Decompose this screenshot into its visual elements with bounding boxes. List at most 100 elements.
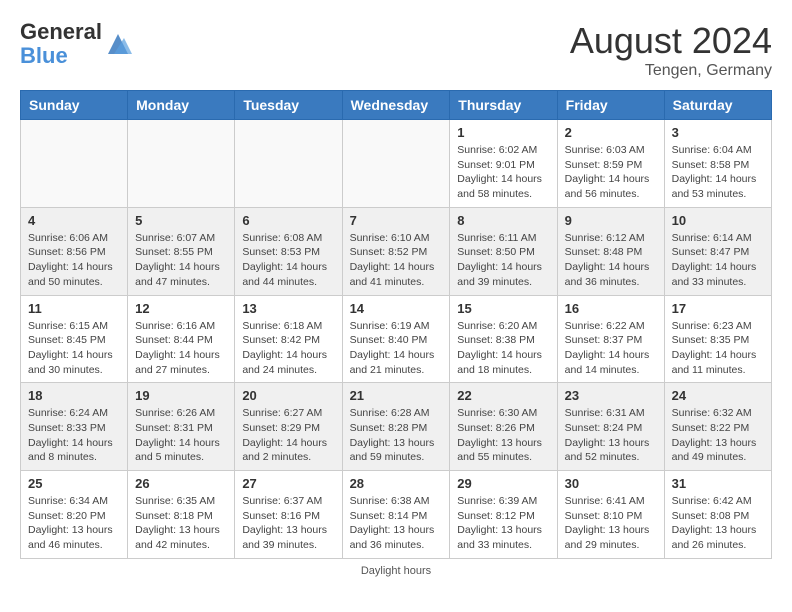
day-number: 20 [242, 388, 334, 403]
logo-general: General [20, 20, 102, 44]
day-info: Sunrise: 6:39 AM Sunset: 8:12 PM Dayligh… [457, 494, 549, 553]
day-info: Sunrise: 6:18 AM Sunset: 8:42 PM Dayligh… [242, 319, 334, 378]
calendar-cell: 9Sunrise: 6:12 AM Sunset: 8:48 PM Daylig… [557, 207, 664, 295]
calendar-cell: 30 Sunrise: 6:41 AM Sunset: 8:10 PM Dayli… [557, 471, 664, 559]
day-info: Sunrise: 6:03 AM Sunset: 8:59 PM Dayligh… [565, 143, 657, 202]
day-info: Sunrise: 6:14 AM Sunset: 8:47 PM Dayligh… [672, 231, 764, 290]
calendar-cell: 2 Sunrise: 6:03 AM Sunset: 8:59 PM Daylig… [557, 120, 664, 208]
calendar-cell: 21 Sunrise: 6:28 AM Sunset: 8:28 PM Dayli… [342, 383, 450, 471]
day-number: 25 [28, 476, 120, 491]
day-number: 6 [242, 213, 334, 228]
day-info: Sunrise: 6:02 AM Sunset: 9:01 PM Dayligh… [457, 143, 549, 202]
day-number: 8 [457, 213, 549, 228]
calendar-cell [128, 120, 235, 208]
day-info: Sunrise: 6:26 AM Sunset: 8:31 PM Dayligh… [135, 406, 227, 465]
day-number: 15 [457, 301, 549, 316]
day-info: Sunrise: 6:06 AM Sunset: 8:56 PM Dayligh… [28, 231, 120, 290]
day-number: 2 [565, 125, 657, 140]
day-info: Sunrise: 6:22 AM Sunset: 8:37 PM Dayligh… [565, 319, 657, 378]
calendar-cell [342, 120, 450, 208]
day-number: 30 [565, 476, 657, 491]
day-info: Sunrise: 6:15 AM Sunset: 8:45 PM Dayligh… [28, 319, 120, 378]
day-number: 17 [672, 301, 764, 316]
day-info: Sunrise: 6:11 AM Sunset: 8:50 PM Dayligh… [457, 231, 549, 290]
day-number: 27 [242, 476, 334, 491]
day-number: 12 [135, 301, 227, 316]
calendar-cell: 6 Sunrise: 6:08 AM Sunset: 8:53 PM Daylig… [235, 207, 342, 295]
calendar-cell: 26Sunrise: 6:35 AM Sunset: 8:18 PM Dayli… [128, 471, 235, 559]
col-header-monday: Monday [128, 91, 235, 120]
day-info: Sunrise: 6:16 AM Sunset: 8:44 PM Dayligh… [135, 319, 227, 378]
day-info: Sunrise: 6:38 AM Sunset: 8:14 PM Dayligh… [350, 494, 443, 553]
calendar-cell: 22 Sunrise: 6:30 AM Sunset: 8:26 PM Dayli… [450, 383, 557, 471]
day-info: Sunrise: 6:42 AM Sunset: 8:08 PM Dayligh… [672, 494, 764, 553]
col-header-thursday: Thursday [450, 91, 557, 120]
day-number: 22 [457, 388, 549, 403]
day-info: Sunrise: 6:10 AM Sunset: 8:52 PM Dayligh… [350, 231, 443, 290]
day-info: Sunrise: 6:28 AM Sunset: 8:28 PM Dayligh… [350, 406, 443, 465]
location: Tengen, Germany [570, 62, 772, 80]
day-number: 23 [565, 388, 657, 403]
day-number: 4 [28, 213, 120, 228]
day-number: 11 [28, 301, 120, 316]
day-info: Sunrise: 6:23 AM Sunset: 8:35 PM Dayligh… [672, 319, 764, 378]
col-header-wednesday: Wednesday [342, 91, 450, 120]
day-number: 31 [672, 476, 764, 491]
calendar-cell: 29Sunrise: 6:39 AM Sunset: 8:12 PM Dayli… [450, 471, 557, 559]
calendar-cell: 20 Sunrise: 6:27 AM Sunset: 8:29 PM Dayli… [235, 383, 342, 471]
logo-blue: Blue [20, 44, 102, 68]
calendar-cell: 1 Sunrise: 6:02 AM Sunset: 9:01 PM Daylig… [450, 120, 557, 208]
calendar-cell: 10 Sunrise: 6:14 AM Sunset: 8:47 PM Dayli… [664, 207, 771, 295]
day-info: Sunrise: 6:32 AM Sunset: 8:22 PM Dayligh… [672, 406, 764, 465]
day-number: 1 [457, 125, 549, 140]
week-row-2: 4 Sunrise: 6:06 AM Sunset: 8:56 PM Daylig… [21, 207, 772, 295]
day-info: Sunrise: 6:07 AM Sunset: 8:55 PM Dayligh… [135, 231, 227, 290]
day-info: Sunrise: 6:24 AM Sunset: 8:33 PM Dayligh… [28, 406, 120, 465]
calendar-cell: 11 Sunrise: 6:15 AM Sunset: 8:45 PM Dayli… [21, 295, 128, 383]
calendar-cell: 14 Sunrise: 6:19 AM Sunset: 8:40 PM Dayli… [342, 295, 450, 383]
day-info: Sunrise: 6:19 AM Sunset: 8:40 PM Dayligh… [350, 319, 443, 378]
calendar-cell: 28 Sunrise: 6:38 AM Sunset: 8:14 PM Dayli… [342, 471, 450, 559]
day-number: 21 [350, 388, 443, 403]
day-info: Sunrise: 6:31 AM Sunset: 8:24 PM Dayligh… [565, 406, 657, 465]
day-number: 10 [672, 213, 764, 228]
calendar-cell: 7 Sunrise: 6:10 AM Sunset: 8:52 PM Daylig… [342, 207, 450, 295]
footer-note: Daylight hours [20, 565, 772, 577]
calendar-cell: 8 Sunrise: 6:11 AM Sunset: 8:50 PM Daylig… [450, 207, 557, 295]
day-info: Sunrise: 6:37 AM Sunset: 8:16 PM Dayligh… [242, 494, 334, 553]
day-number: 13 [242, 301, 334, 316]
day-number: 7 [350, 213, 443, 228]
day-info: Sunrise: 6:27 AM Sunset: 8:29 PM Dayligh… [242, 406, 334, 465]
calendar-cell: 17 Sunrise: 6:23 AM Sunset: 8:35 PM Dayli… [664, 295, 771, 383]
calendar-cell [21, 120, 128, 208]
week-row-1: 1 Sunrise: 6:02 AM Sunset: 9:01 PM Daylig… [21, 120, 772, 208]
day-number: 28 [350, 476, 443, 491]
day-info: Sunrise: 6:30 AM Sunset: 8:26 PM Dayligh… [457, 406, 549, 465]
header-row: SundayMondayTuesdayWednesdayThursdayFrid… [21, 91, 772, 120]
day-info: Sunrise: 6:04 AM Sunset: 8:58 PM Dayligh… [672, 143, 764, 202]
calendar-table: SundayMondayTuesdayWednesdayThursdayFrid… [20, 90, 772, 559]
title-block: August 2024 Tengen, Germany [570, 20, 772, 80]
week-row-5: 25Sunrise: 6:34 AM Sunset: 8:20 PM Dayli… [21, 471, 772, 559]
day-number: 16 [565, 301, 657, 316]
day-info: Sunrise: 6:12 AM Sunset: 8:48 PM Dayligh… [565, 231, 657, 290]
calendar-cell [235, 120, 342, 208]
month-year: August 2024 [570, 20, 772, 62]
day-info: Sunrise: 6:35 AM Sunset: 8:18 PM Dayligh… [135, 494, 227, 553]
calendar-cell: 15Sunrise: 6:20 AM Sunset: 8:38 PM Dayli… [450, 295, 557, 383]
day-info: Sunrise: 6:08 AM Sunset: 8:53 PM Dayligh… [242, 231, 334, 290]
col-header-tuesday: Tuesday [235, 91, 342, 120]
week-row-4: 18 Sunrise: 6:24 AM Sunset: 8:33 PM Dayli… [21, 383, 772, 471]
calendar-cell: 27 Sunrise: 6:37 AM Sunset: 8:16 PM Dayli… [235, 471, 342, 559]
logo-icon [104, 30, 132, 58]
col-header-sunday: Sunday [21, 91, 128, 120]
day-number: 24 [672, 388, 764, 403]
day-info: Sunrise: 6:41 AM Sunset: 8:10 PM Dayligh… [565, 494, 657, 553]
calendar-cell: 3Sunrise: 6:04 AM Sunset: 8:58 PM Daylig… [664, 120, 771, 208]
day-number: 14 [350, 301, 443, 316]
calendar-cell: 19 Sunrise: 6:26 AM Sunset: 8:31 PM Dayli… [128, 383, 235, 471]
day-number: 18 [28, 388, 120, 403]
calendar-cell: 18 Sunrise: 6:24 AM Sunset: 8:33 PM Dayli… [21, 383, 128, 471]
day-number: 19 [135, 388, 227, 403]
calendar-cell: 13 Sunrise: 6:18 AM Sunset: 8:42 PM Dayli… [235, 295, 342, 383]
